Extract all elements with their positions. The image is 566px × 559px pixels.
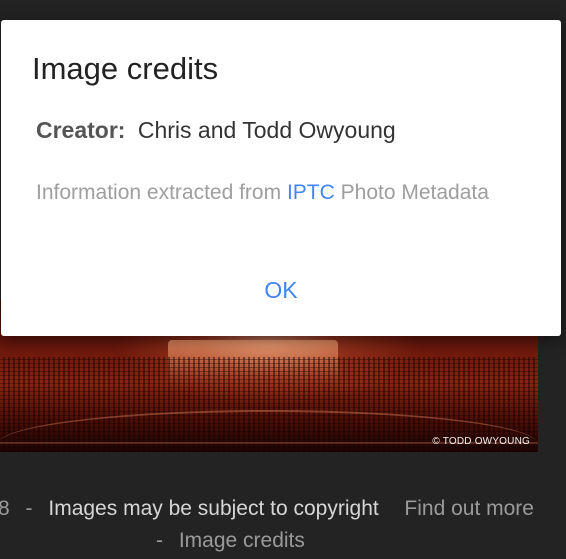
footer-separator-2: - [156, 529, 163, 552]
dialog-title: Image credits [32, 51, 219, 86]
footer-line-1: 8 - Images may be subject to copyright F… [0, 497, 534, 521]
creator-label: Creator: [36, 117, 126, 143]
footer-line-2: - Image credits [156, 529, 305, 553]
iptc-link[interactable]: IPTC [287, 181, 335, 204]
metadata-info: Information extracted from IPTC Photo Me… [36, 179, 496, 207]
copyright-notice: Images may be subject to copyright [48, 497, 379, 520]
page: © TODD OWYOUNG 8 - Images may be subject… [0, 0, 566, 559]
info-prefix: Information extracted from [36, 181, 282, 204]
creator-value: Chris and Todd Owyoung [137, 117, 396, 143]
image-credits-link[interactable]: Image credits [179, 529, 305, 552]
find-out-more-link[interactable]: Find out more [404, 497, 534, 520]
image-credits-dialog: Image credits Creator: Chris and Todd Ow… [1, 20, 561, 336]
footer-separator: - [25, 497, 33, 520]
info-suffix: Photo Metadata [340, 181, 489, 204]
photo-watermark: © TODD OWYOUNG [432, 436, 530, 447]
creator-row: Creator: Chris and Todd Owyoung [36, 117, 396, 144]
ok-button[interactable]: OK [246, 272, 316, 308]
footer-leading-fragment: 8 [0, 497, 10, 520]
